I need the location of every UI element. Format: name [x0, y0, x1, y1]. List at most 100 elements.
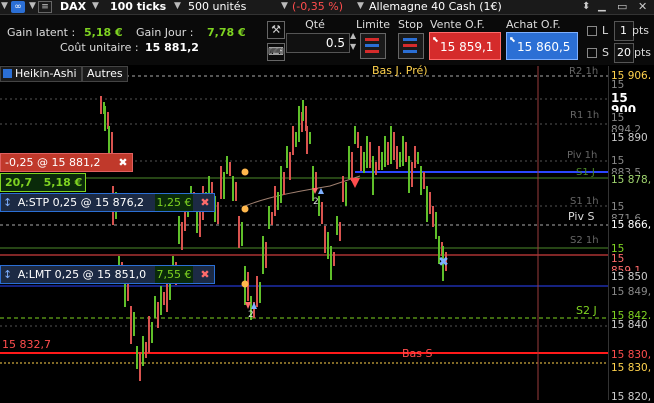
price-scale-label: 15 850 — [609, 271, 654, 283]
qte-label: Qté — [305, 18, 325, 31]
candle — [423, 172, 425, 189]
candle — [348, 146, 350, 179]
candle — [154, 296, 156, 318]
minimize-icon[interactable]: ▁ — [598, 1, 606, 12]
tab-heikin-ashi[interactable]: Heikin-Ashi — [0, 66, 82, 82]
chevron-down-icon[interactable]: ▼ — [1, 0, 8, 13]
candle — [312, 166, 314, 201]
gain-jour-value: 7,78 € — [207, 26, 246, 39]
cancel-limit-icon[interactable]: ✖ — [197, 266, 213, 283]
position-label: -0,25 @ 15 881,2 — [5, 156, 101, 169]
instrument-dropdown-icon[interactable]: ▼ — [29, 0, 36, 13]
market-name: Allemagne 40 Cash (1€) — [369, 0, 502, 13]
limit-order-line[interactable]: ↕ A:LMT 0,25 @ 15 851,0 7,55 € ✖ — [0, 265, 215, 284]
units-selector[interactable]: 500 unités — [188, 0, 246, 13]
price-chart[interactable]: ✖ Heikin-Ashi Autres Bas J. Pré) Bas S 1… — [0, 64, 654, 403]
candle — [420, 166, 422, 195]
s-input[interactable]: 20 — [614, 43, 634, 63]
candlestick-chart: ✖ — [0, 66, 608, 400]
candle — [229, 162, 231, 176]
price-scale-label: 15 894,2 — [609, 112, 654, 136]
candle — [429, 192, 431, 214]
candle — [220, 166, 222, 199]
candle — [235, 182, 237, 201]
position-gain-box: 20,7 5,18 € — [0, 173, 86, 192]
candle — [133, 312, 135, 336]
candle — [292, 126, 294, 155]
qte-up-icon[interactable]: ▲ — [350, 31, 356, 40]
close-position-icon[interactable]: ✖ — [115, 154, 131, 169]
expand-icon[interactable]: ⬍ — [582, 1, 590, 12]
candle — [309, 132, 311, 144]
limit-order-value: 7,55 € — [155, 266, 193, 283]
limite-label: Limite — [356, 18, 391, 31]
candle — [145, 342, 147, 358]
candle — [321, 202, 323, 224]
candle — [333, 252, 335, 266]
candle — [393, 132, 395, 160]
candle — [241, 222, 243, 246]
candle — [268, 206, 270, 229]
l-input[interactable]: 1 — [614, 21, 634, 41]
gain-jour-label: Gain Jour : — [136, 26, 194, 39]
candle — [399, 152, 401, 167]
position-qty: 20,7 — [5, 176, 33, 189]
candle — [232, 176, 234, 201]
stop-order-line[interactable]: ↕ A:STP 0,25 @ 15 876,2 1,25 € ✖ — [0, 193, 215, 212]
price-scale-label: 15 830, — [609, 349, 654, 361]
price-scale-label: 15 890 — [609, 132, 654, 144]
position-gain: 5,18 € — [43, 176, 83, 189]
candle — [160, 286, 162, 315]
candle — [142, 336, 144, 366]
order-panel: ⚒ ⌨ Qté 0.5 ▲ ▼ Limite Stop Vente O.F. ⬉… — [264, 15, 654, 65]
chevron-down-icon[interactable]: ▼ — [92, 0, 99, 13]
cursor-icon: ⬉ — [509, 35, 516, 44]
qte-input[interactable]: 0.5 — [286, 33, 350, 53]
position-box[interactable]: -0,25 @ 15 881,2 ✖ — [0, 153, 133, 172]
price-scale-label: 15 900 — [609, 92, 654, 116]
candle — [127, 282, 129, 301]
candle — [354, 126, 356, 144]
chevron-down-icon[interactable]: ▼ — [357, 0, 364, 13]
sell-button[interactable]: ⬉ 15 859,1 — [429, 32, 501, 60]
limit-order-label: A:LMT 0,25 @ 15 851,0 — [17, 268, 147, 281]
candle — [277, 192, 279, 210]
s-checkbox[interactable] — [587, 48, 597, 58]
candle — [226, 156, 228, 174]
ticks-selector[interactable]: 100 ticks — [110, 0, 166, 13]
buy-button[interactable]: ⬉ 15 860,5 — [506, 32, 578, 60]
candle — [286, 146, 288, 168]
pivot-level-label: S1 J — [576, 167, 595, 178]
keyboard-icon[interactable]: ⌨ — [267, 43, 285, 61]
candle — [217, 202, 219, 224]
chevron-down-icon[interactable]: ▼ — [281, 0, 288, 13]
close-icon[interactable]: ✕ — [638, 0, 647, 13]
price-scale[interactable]: 15 906,15 906,115 90015 894,215 89015 88… — [608, 66, 654, 403]
wrench-icon[interactable]: ⚒ — [267, 21, 285, 39]
qte-down-icon[interactable]: ▼ — [350, 42, 356, 51]
candle — [151, 322, 153, 343]
drag-handle-icon[interactable]: ↕ — [1, 268, 12, 281]
candle — [378, 146, 380, 170]
gain-latent-label: Gain latent : — [7, 26, 76, 39]
limit-order-button[interactable] — [360, 33, 386, 59]
stop-order-button[interactable] — [398, 33, 424, 59]
tab-autres[interactable]: Autres — [82, 66, 128, 82]
link-icon[interactable]: ∞ — [11, 1, 25, 13]
cancel-stop-icon[interactable]: ✖ — [197, 194, 213, 211]
restore-icon[interactable]: ▭ — [617, 0, 627, 13]
drag-handle-icon[interactable]: ↕ — [1, 196, 12, 209]
candle — [289, 152, 291, 180]
pivot-level-label: S2 1h — [570, 235, 599, 246]
l-checkbox[interactable] — [587, 26, 597, 36]
grid-icon[interactable]: ≡ — [38, 1, 52, 13]
chevron-down-icon[interactable]: ▼ — [174, 0, 181, 13]
candle — [169, 282, 171, 300]
price-scale-label: 15 871,6 — [609, 201, 654, 225]
instrument-selector[interactable]: DAX — [60, 0, 86, 13]
candle — [259, 282, 261, 303]
candle — [295, 132, 297, 147]
l-unit: pts — [632, 24, 650, 37]
candle — [223, 172, 225, 199]
pivot-level-label: Piv 1h — [567, 150, 598, 161]
